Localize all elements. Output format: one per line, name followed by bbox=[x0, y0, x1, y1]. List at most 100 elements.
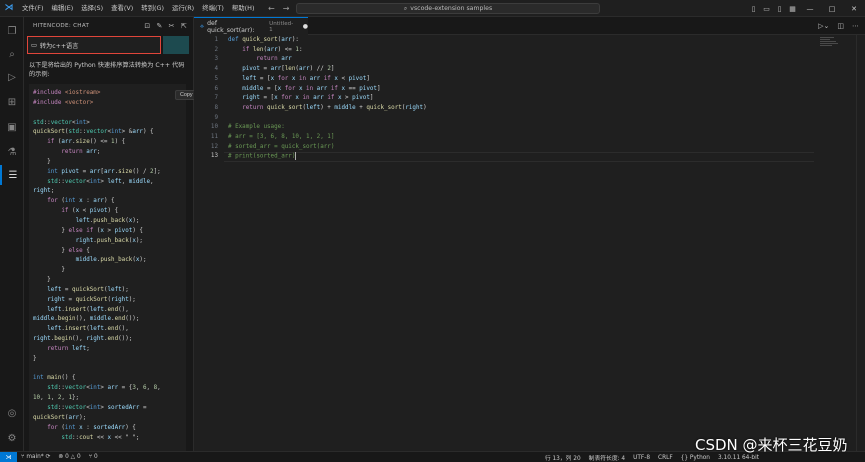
code-line[interactable]: middle = [x for x in arr if x == pivot] bbox=[228, 85, 427, 95]
end-of-line[interactable]: CRLF bbox=[654, 455, 677, 461]
search-icon: ⌕ bbox=[403, 4, 408, 12]
line-number: 5 bbox=[214, 75, 218, 82]
code-line[interactable]: return quick_sort(left) + middle + quick… bbox=[228, 104, 426, 114]
line-number: 10 bbox=[210, 124, 218, 131]
forward-arrow-icon[interactable]: → bbox=[283, 4, 290, 13]
back-arrow-icon[interactable]: ← bbox=[268, 4, 275, 13]
code-line[interactable]: # arr = [3, 6, 8, 10, 1, 2, 1] bbox=[228, 133, 427, 143]
command-center-search[interactable]: ⌕ vscode-extension samples bbox=[296, 3, 600, 14]
line-number: 11 bbox=[210, 134, 218, 141]
edit-icon[interactable]: ✎ bbox=[156, 22, 162, 30]
split-editor-icon[interactable]: ◫ bbox=[837, 22, 844, 30]
code-line[interactable]: # print(sorted_arr) bbox=[228, 152, 427, 162]
chat-code-line: } bbox=[33, 158, 51, 165]
search-view-icon[interactable]: ⌕ bbox=[0, 44, 24, 64]
chat-prompt-text: 转为c++语言 bbox=[39, 42, 79, 50]
manage-gear-icon[interactable]: ⚙ bbox=[0, 428, 24, 448]
code-line[interactable]: return arr bbox=[228, 55, 427, 65]
chat-code-line: middle.begin(), middle.end()); bbox=[33, 316, 140, 323]
chat-response-description: 以下是将给出的 Python 快速排序算法转换为 C++ 代码的示例: bbox=[29, 62, 185, 78]
code-line[interactable]: if len(arr) <= 1: bbox=[228, 46, 427, 56]
menu-help[interactable]: 帮助(H) bbox=[228, 0, 259, 17]
minimap[interactable] bbox=[820, 37, 840, 49]
code-line[interactable]: pivot = arr[len(arr) // 2] bbox=[228, 65, 427, 75]
toggle-secondary-sidebar-icon[interactable]: ▯ bbox=[773, 5, 786, 13]
chat-bubble-icon: ▭ bbox=[31, 41, 37, 49]
python-interpreter[interactable]: 3.10.11 64-bit bbox=[714, 455, 763, 461]
tab-untitled-1[interactable]: ⟡ def quick_sort(arr): Untitled-1 ● bbox=[194, 17, 308, 35]
testing-icon[interactable]: ⚗ bbox=[0, 142, 24, 162]
code-line[interactable]: right = [x for x in arr if x > pivot] bbox=[228, 94, 427, 104]
chat-code-line: quickSort(arr); bbox=[33, 414, 87, 421]
export-icon[interactable]: ⇱ bbox=[181, 22, 187, 30]
minimize-icon[interactable]: — bbox=[799, 5, 821, 13]
remote-explorer-icon[interactable]: ▣ bbox=[0, 117, 24, 137]
account-icon[interactable]: ◎ bbox=[0, 403, 24, 423]
chat-code-line: } bbox=[33, 277, 51, 284]
encoding[interactable]: UTF-8 bbox=[629, 455, 654, 461]
chat-code-line: right = quickSort(right); bbox=[47, 296, 136, 303]
git-branch-label: main* bbox=[26, 454, 44, 460]
chat-side-panel: HITENCODE: CHAT ⊡ ✎ ✂ ⇱ ▭ 转为c++语言 以下是将给出… bbox=[24, 17, 214, 451]
menu-selection[interactable]: 选择(S) bbox=[77, 0, 107, 17]
toggle-panel-icon[interactable]: ▭ bbox=[760, 5, 773, 13]
run-debug-icon[interactable]: ▷ bbox=[0, 67, 24, 87]
unsaved-dot-icon[interactable]: ● bbox=[303, 23, 308, 30]
chat-code-line: if (x < pivot) { bbox=[61, 208, 119, 215]
menu-edit[interactable]: 编辑(E) bbox=[47, 0, 77, 17]
code-editor[interactable]: 1 2 3 4 5 6 7 8 9 10 11 12 13 def quick_sort(arr): i… bbox=[194, 35, 865, 451]
cursor-position[interactable]: 行 13，列 20 bbox=[541, 453, 585, 462]
csdn-watermark: CSDN @来杯三花豆奶 bbox=[695, 436, 848, 454]
line-number: 8 bbox=[214, 104, 218, 111]
title-bar: ⋊ 文件(F) 编辑(E) 选择(S) 查看(V) 转到(G) 运行(R) 终端… bbox=[0, 0, 865, 17]
chat-code-line bbox=[33, 365, 182, 375]
language-mode[interactable]: {} Python bbox=[677, 455, 714, 461]
close-window-icon[interactable]: ✕ bbox=[843, 5, 865, 13]
editor-scrollbar[interactable] bbox=[856, 35, 865, 451]
tools-icon[interactable]: ✂ bbox=[169, 22, 175, 30]
chat-code-line: int main() { bbox=[33, 375, 76, 382]
menu-file[interactable]: 文件(F) bbox=[18, 0, 47, 17]
chat-code-line: } bbox=[33, 355, 37, 362]
ports-indicator[interactable]: ⑂ 0 bbox=[85, 454, 102, 460]
menu-terminal[interactable]: 终端(T) bbox=[198, 0, 228, 17]
code-line[interactable]: # Example usage: bbox=[228, 123, 427, 133]
chat-code-line: return left; bbox=[47, 345, 90, 352]
chat-extension-icon[interactable]: ☰ bbox=[0, 165, 24, 185]
menu-go[interactable]: 转到(G) bbox=[137, 0, 168, 17]
command-center-text: vscode-extension samples bbox=[410, 5, 493, 12]
menu-bar: 文件(F) 编辑(E) 选择(S) 查看(V) 转到(G) 运行(R) 终端(T… bbox=[18, 0, 258, 17]
code-line[interactable]: # sorted_arr = quick_sort(arr) bbox=[228, 143, 427, 153]
menu-run[interactable]: 运行(R) bbox=[168, 0, 198, 17]
chat-code-line: return arr; bbox=[61, 149, 101, 156]
chat-code-line: left.insert(left.end(), bbox=[47, 306, 129, 313]
menu-view[interactable]: 查看(V) bbox=[107, 0, 137, 17]
toggle-primary-sidebar-icon[interactable]: ▯ bbox=[747, 5, 760, 13]
chat-code-line: std::vector<int> sortedArr = bbox=[47, 405, 147, 411]
explorer-icon[interactable]: ❐ bbox=[0, 21, 24, 41]
code-line[interactable]: def quick_sort(arr): bbox=[228, 36, 427, 46]
indentation[interactable]: 制表符长度: 4 bbox=[585, 453, 629, 462]
run-python-icon[interactable]: ▷⌄ bbox=[818, 22, 829, 30]
maximize-icon[interactable]: □ bbox=[821, 5, 843, 13]
chat-code-line: std::vector<int> bbox=[33, 119, 90, 126]
extensions-icon[interactable]: ⊞ bbox=[0, 92, 24, 112]
chat-code-line: if (arr.size() <= 1) { bbox=[47, 139, 126, 146]
chat-panel-title: HITENCODE: CHAT bbox=[33, 23, 90, 29]
chat-code-line: 10, 1, 2, 1}; bbox=[33, 395, 80, 402]
code-content[interactable]: def quick_sort(arr): if len(arr) <= 1: r… bbox=[228, 36, 427, 163]
new-chat-icon[interactable]: ⊡ bbox=[144, 22, 150, 30]
remote-indicator-icon[interactable]: ⋊ bbox=[0, 451, 17, 462]
chat-prompt-box[interactable]: ▭ 转为c++语言 bbox=[27, 36, 161, 54]
tab-label: def quick_sort(arr): bbox=[207, 19, 255, 34]
chat-code-line: } else if (x > pivot) { bbox=[33, 227, 143, 234]
git-branch[interactable]: ⑂ main* ⟳ bbox=[17, 454, 54, 460]
line-number: 13 bbox=[210, 153, 218, 160]
more-actions-icon[interactable]: ⋯ bbox=[852, 22, 859, 30]
chat-panel-header: HITENCODE: CHAT ⊡ ✎ ✂ ⇱ bbox=[24, 17, 193, 35]
problems-indicator[interactable]: ⊗ 0 △ 0 bbox=[54, 454, 84, 460]
sync-icon[interactable]: ⟳ bbox=[46, 454, 51, 460]
code-line[interactable]: left = [x for x in arr if x < pivot] bbox=[228, 75, 427, 85]
customize-layout-icon[interactable]: ▦ bbox=[786, 5, 799, 13]
code-line[interactable] bbox=[228, 114, 427, 124]
